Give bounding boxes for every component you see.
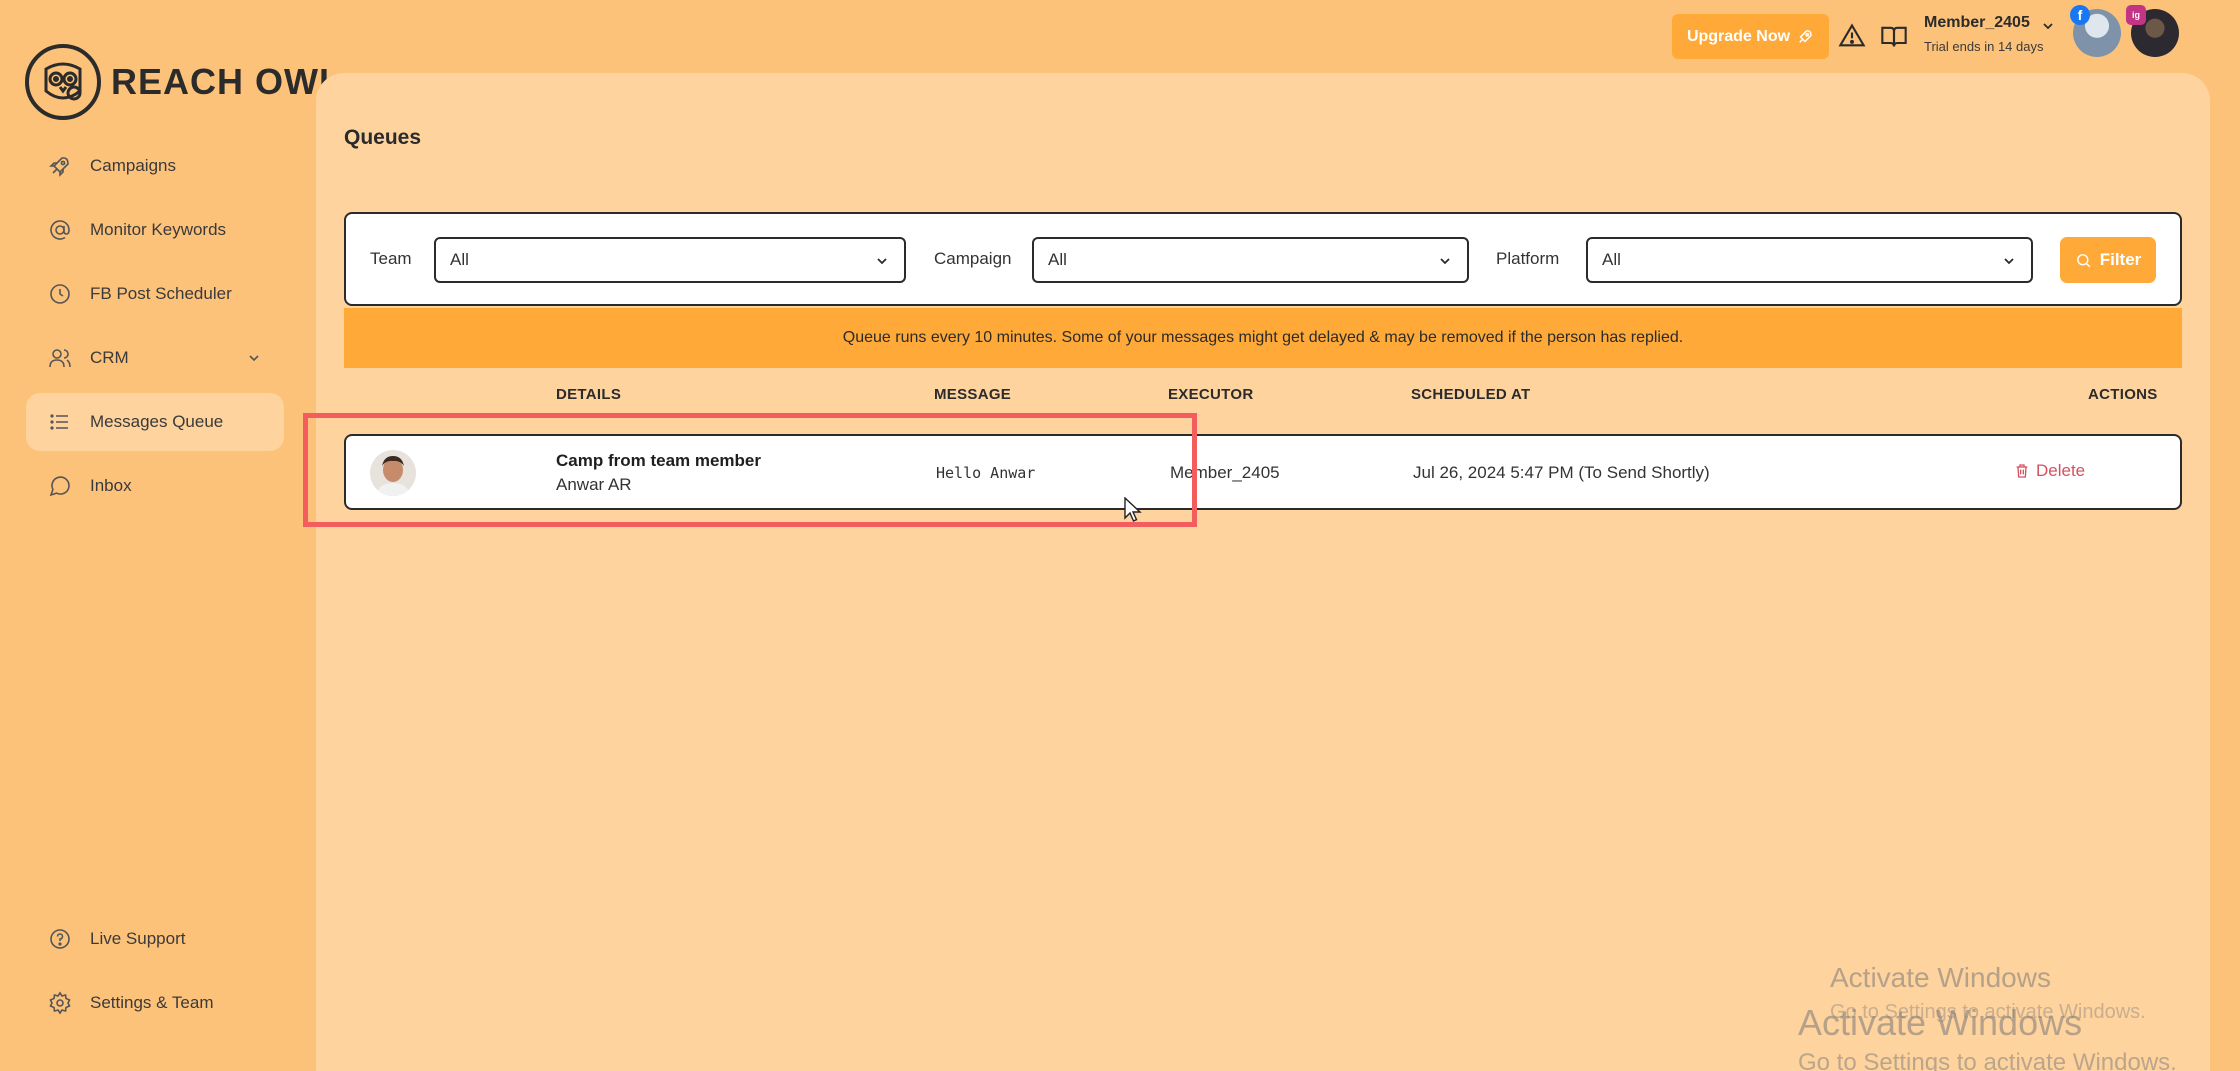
filter-button-label: Filter — [2099, 250, 2142, 269]
activate-windows-subtext: Go to Settings to activate Windows. — [1798, 1049, 2177, 1071]
trash-icon — [2016, 464, 2028, 478]
contact-avatar — [370, 450, 416, 496]
brand-name: REACH OWL — [111, 61, 342, 102]
queue-notice-banner: Queue runs every 10 minutes. Some of you… — [344, 308, 2182, 368]
column-header-actions: ACTIONS — [2088, 386, 2158, 403]
sidebar-item-label: CRM — [90, 348, 129, 367]
search-icon — [2076, 253, 2091, 267]
filter-bar: Team All Campaign All Platform All Filte… — [344, 212, 2182, 306]
users-icon — [49, 349, 71, 368]
platform-select[interactable]: All — [1586, 237, 2033, 283]
delete-button[interactable]: Delete — [2014, 461, 2085, 481]
sidebar-item-label: Live Support — [90, 929, 186, 948]
table-row[interactable]: Camp from team member Anwar AR Hello Anw… — [344, 434, 2182, 510]
list-icon — [50, 414, 68, 430]
sidebar-item-fb-post-scheduler[interactable]: FB Post Scheduler — [26, 265, 284, 323]
campaign-select[interactable]: All — [1032, 237, 1469, 283]
sidebar-nav: Campaigns Monitor Keywords FB Post Sched… — [26, 137, 284, 521]
brand-logo[interactable]: REACH OWL — [25, 44, 342, 120]
scheduled-at: Jul 26, 2024 5:47 PM (To Send Shortly) — [1413, 463, 1710, 482]
sidebar-item-monitor-keywords[interactable]: Monitor Keywords — [26, 201, 284, 259]
team-select[interactable]: All — [434, 237, 906, 283]
team-select-value: All — [450, 250, 469, 269]
sidebar-item-label: FB Post Scheduler — [90, 284, 232, 303]
sidebar-item-campaigns[interactable]: Campaigns — [26, 137, 284, 195]
warning-icon[interactable] — [1838, 22, 1866, 50]
page-title: Queues — [344, 126, 422, 149]
chevron-down-icon — [2004, 258, 2014, 265]
sidebar-bottom-nav: Live Support Settings & Team — [26, 910, 284, 1038]
chat-bubble-icon — [49, 476, 70, 497]
delete-label: Delete — [2036, 461, 2086, 480]
rocket-icon — [1799, 29, 1812, 43]
chevron-down-icon — [877, 258, 887, 265]
mouse-pointer-icon — [1124, 497, 1142, 522]
sidebar-item-inbox[interactable]: Inbox — [26, 457, 284, 515]
platform-select-value: All — [1602, 250, 1621, 269]
sidebar-item-label: Inbox — [90, 476, 132, 495]
owl-logo-icon — [25, 44, 101, 120]
upgrade-label: Upgrade Now — [1686, 27, 1791, 45]
sidebar-item-live-support[interactable]: Live Support — [26, 910, 284, 968]
sidebar-item-crm[interactable]: CRM — [26, 329, 284, 387]
instagram-icon: ig — [2126, 5, 2146, 25]
column-header-message: MESSAGE — [934, 386, 1012, 403]
platform-label: Platform — [1496, 249, 1560, 268]
campaign-name: Camp from team member — [556, 451, 762, 470]
campaign-label: Campaign — [934, 249, 1012, 268]
sidebar-item-label: Campaigns — [90, 156, 176, 175]
trial-status: Trial ends in 14 days — [1924, 39, 2044, 54]
upgrade-now-button[interactable]: Upgrade Now — [1672, 14, 1829, 59]
filter-button[interactable]: Filter — [2060, 237, 2156, 283]
column-header-details: DETAILS — [556, 386, 622, 403]
contact-name: Anwar AR — [556, 475, 632, 494]
chevron-down-icon — [1440, 258, 1450, 265]
sidebar-item-label: Messages Queue — [90, 412, 224, 431]
sidebar-item-settings-team[interactable]: Settings & Team — [26, 974, 284, 1032]
column-header-scheduled-at: SCHEDULED AT — [1411, 386, 1531, 403]
sidebar-item-label: Monitor Keywords — [90, 220, 227, 239]
at-sign-icon — [50, 220, 70, 240]
sidebar-item-messages-queue[interactable]: Messages Queue — [26, 393, 284, 451]
facebook-icon: f — [2070, 5, 2090, 25]
campaign-select-value: All — [1048, 250, 1067, 269]
help-circle-icon — [50, 929, 70, 949]
chevron-down-icon — [249, 355, 259, 362]
chevron-down-icon[interactable] — [2040, 18, 2056, 34]
message-text: Hello Anwar — [936, 464, 1036, 482]
executor-name: Member_2405 — [1170, 463, 1280, 482]
rocket-icon — [49, 157, 69, 177]
column-header-executor: EXECUTOR — [1168, 386, 1254, 403]
team-label: Team — [370, 249, 412, 268]
user-name[interactable]: Member_2405 — [1924, 14, 2030, 32]
book-open-icon[interactable] — [1880, 22, 1908, 50]
sidebar-item-label: Settings & Team — [90, 993, 214, 1012]
clock-icon — [50, 284, 70, 304]
activate-windows-watermark: Activate Windows — [1830, 962, 2051, 993]
activate-windows-watermark: Activate Windows — [1798, 1002, 2083, 1043]
gear-icon — [49, 991, 71, 1015]
